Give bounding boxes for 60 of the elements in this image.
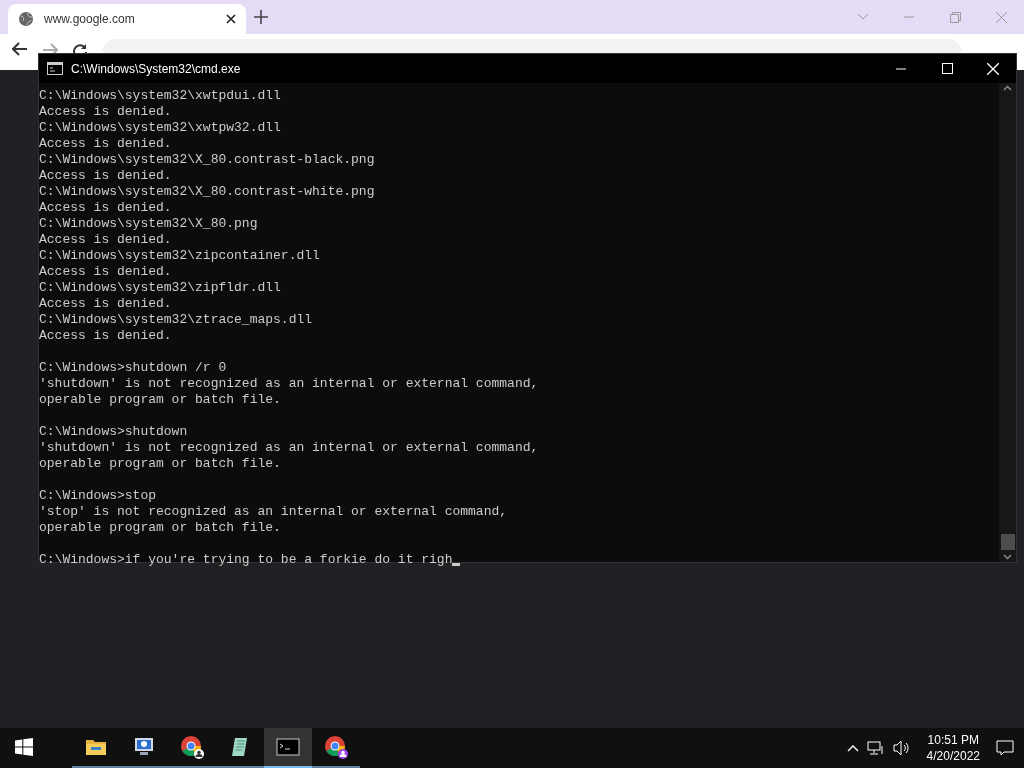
text-cursor <box>452 563 461 566</box>
console-line: C:\Windows>shutdown /r 0 <box>39 360 227 376</box>
console-line: Access is denied. <box>39 104 172 120</box>
console-line: C:\Windows\system32\xwtpdui.dll <box>39 88 281 104</box>
console-line: operable program or batch file. <box>39 456 281 472</box>
chevron-icon <box>857 13 869 21</box>
console-line: C:\Windows>if you're trying to be a forkie do it righ <box>39 552 453 568</box>
console-line: operable program or batch file. <box>39 520 281 536</box>
taskbar-app[interactable] <box>264 728 312 768</box>
terminal-icon <box>47 62 63 75</box>
console-line: C:\Windows\system32\X_80.png <box>39 216 258 232</box>
console-line: C:\Windows\system32\xwtpw32.dll <box>39 120 281 136</box>
window-title: C:\Windows\System32\cmd.exe <box>71 61 241 76</box>
console-line: 'stop' is not recognized as an internal or external command, <box>39 504 508 520</box>
console-line: C:\Windows\system32\zipfldr.dll <box>39 280 281 296</box>
new-tab-button[interactable] <box>254 10 268 24</box>
scrollbar[interactable] <box>999 83 1016 562</box>
console-line: Access is denied. <box>39 264 172 280</box>
console-line: operable program or batch file. <box>39 392 281 408</box>
console-line: C:\Windows\system32\X_80.contrast-black.png <box>39 152 375 168</box>
date-text: 4/20/2022 <box>926 748 980 764</box>
time-text: 10:51 PM <box>927 732 979 748</box>
console-line: 'shutdown' is not recognized as an internal or external command, <box>39 440 539 456</box>
volume-icon[interactable] <box>892 740 911 756</box>
console-line: C:\Windows\system32\X_80.contrast-white.png <box>39 184 375 200</box>
network-icon[interactable] <box>866 740 885 756</box>
console-line: 'shutdown' is not recognized as an internal or external command, <box>39 376 539 392</box>
windows-icon <box>15 738 33 756</box>
close-icon <box>995 11 1007 23</box>
console-line: Access is denied. <box>39 232 172 248</box>
computer-icon <box>133 736 155 758</box>
folder-icon <box>85 737 107 757</box>
console-line: Access is denied. <box>39 296 172 312</box>
close-icon[interactable] <box>226 14 236 24</box>
browser-tab[interactable]: www.google.com <box>8 4 246 34</box>
console-line: C:\Windows>stop <box>39 488 157 504</box>
caret-icon[interactable] <box>846 744 859 752</box>
console-line: Access is denied. <box>39 168 172 184</box>
maximize-icon <box>941 63 953 74</box>
chrome-icon <box>180 735 204 759</box>
scroll-down-icon[interactable] <box>1003 554 1012 560</box>
chrome-icon <box>324 735 348 759</box>
back-button[interactable] <box>12 42 28 56</box>
console-line: C:\Windows\system32\ztrace_maps.dll <box>39 312 313 328</box>
close-icon <box>987 62 999 75</box>
terminal-icon <box>276 737 300 757</box>
restore-icon <box>949 11 961 23</box>
minimize-icon <box>896 67 906 70</box>
minimize-icon <box>904 16 914 18</box>
clock[interactable]: 10:51 PM 4/20/2022 <box>918 732 988 764</box>
console-line: C:\Windows\system32\zipcontainer.dll <box>39 248 320 264</box>
notification-icon[interactable] <box>996 740 1014 756</box>
console-line: Access is denied. <box>39 200 172 216</box>
console-line: C:\Windows>shutdown <box>39 424 188 440</box>
scroll-up-icon[interactable] <box>1003 85 1012 91</box>
globe-icon <box>18 11 34 27</box>
console-line: Access is denied. <box>39 136 172 152</box>
reload-button[interactable] <box>72 43 88 53</box>
console-line: Access is denied. <box>39 328 172 344</box>
scrollbar-thumb[interactable] <box>1000 534 1015 550</box>
